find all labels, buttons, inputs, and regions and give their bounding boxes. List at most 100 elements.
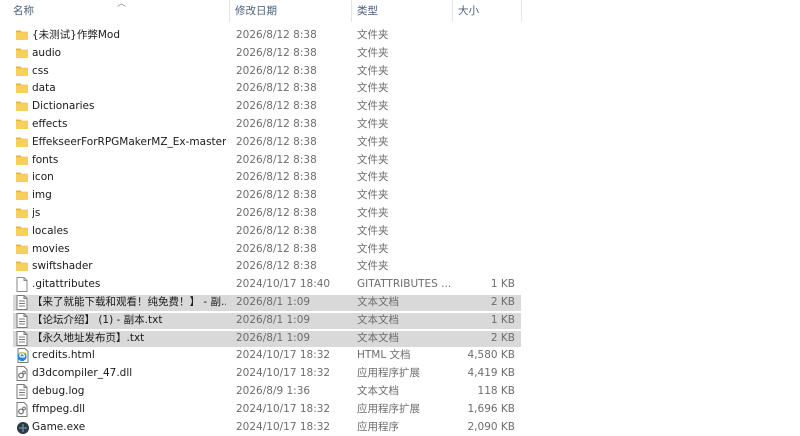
file-name: d3dcompiler_47.dll	[32, 367, 133, 380]
file-date: 2024/10/17 18:32	[236, 402, 331, 415]
app-icon	[16, 419, 30, 436]
file-row[interactable]: credits.html 2024/10/17 18:32 HTML 文档 4,580…	[0, 347, 800, 365]
file-name: 【论坛介绍】 (1) - 副本.txt	[32, 313, 163, 326]
file-date: 2024/10/17 18:32	[236, 349, 331, 362]
file-date: 2026/8/9 1:36	[236, 384, 311, 397]
file-type: 文件夹	[357, 64, 389, 77]
file-name: movies	[32, 242, 70, 255]
file-name: js	[32, 206, 41, 219]
dll-file-icon	[16, 401, 30, 418]
file-date: 2026/8/12 8:38	[236, 153, 317, 166]
column-divider[interactable]	[521, 0, 522, 22]
file-name: EffekseerForRPGMakerMZ_Ex-master	[32, 135, 226, 148]
file-date: 2026/8/1 1:09	[236, 313, 311, 326]
file-row[interactable]: fonts 2026/8/12 8:38 文件夹	[0, 152, 800, 170]
folder-icon	[16, 258, 30, 275]
column-divider[interactable]	[452, 0, 453, 22]
file-type: 文件夹	[357, 117, 389, 130]
text-file-icon	[16, 330, 30, 347]
file-size: 4,580 KB	[467, 349, 516, 362]
file-row[interactable]: icon 2026/8/12 8:38 文件夹	[0, 169, 800, 187]
file-type: 文件夹	[357, 224, 389, 237]
file-row[interactable]: 【来了就能下载和观看！纯免费！】 - 副... 2026/8/1 1:09 文本文档…	[0, 294, 800, 312]
html-file-icon	[16, 347, 30, 364]
file-row[interactable]: data 2026/8/12 8:38 文件夹	[0, 80, 800, 98]
folder-icon	[16, 98, 30, 115]
file-row[interactable]: Dictionaries 2026/8/12 8:38 文件夹	[0, 98, 800, 116]
file-date: 2026/8/12 8:38	[236, 117, 317, 130]
folder-icon	[16, 205, 30, 222]
file-type: HTML 文档	[357, 349, 411, 362]
file-size: 2 KB	[490, 295, 515, 308]
column-header: 名称 ︿ 修改日期 类型 大小	[0, 0, 800, 22]
file-row[interactable]: swiftshader 2026/8/12 8:38 文件夹	[0, 258, 800, 276]
column-header-date[interactable]: 修改日期	[235, 0, 345, 22]
file-row[interactable]: d3dcompiler_47.dll 2024/10/17 18:32 应用程序扩展…	[0, 365, 800, 383]
column-header-type-label: 类型	[357, 5, 378, 17]
file-date: 2026/8/12 8:38	[236, 100, 317, 113]
file-row[interactable]: Game.exe 2024/10/17 18:32 应用程序 2,090 KB	[0, 419, 800, 436]
file-size: 2,090 KB	[467, 420, 516, 433]
text-file-icon	[16, 312, 30, 329]
file-name: Game.exe	[32, 420, 86, 433]
column-header-date-label: 修改日期	[235, 5, 277, 17]
folder-icon	[16, 116, 30, 133]
column-header-type[interactable]: 类型	[357, 0, 451, 22]
folder-icon	[16, 27, 30, 44]
file-row[interactable]: img 2026/8/12 8:38 文件夹	[0, 187, 800, 205]
file-row[interactable]: EffekseerForRPGMakerMZ_Ex-master 2026/8/1…	[0, 134, 800, 152]
file-date: 2024/10/17 18:32	[236, 420, 331, 433]
file-row[interactable]: locales 2026/8/12 8:38 文件夹	[0, 223, 800, 241]
file-type: 文件夹	[357, 171, 389, 184]
file-type: GITATTRIBUTES ...	[357, 278, 452, 291]
file-date: 2026/8/12 8:38	[236, 260, 317, 273]
file-row[interactable]: 【论坛介绍】 (1) - 副本.txt 2026/8/1 1:09 文本文档 1 KB	[0, 312, 800, 330]
file-date: 2026/8/12 8:38	[236, 224, 317, 237]
file-name: Dictionaries	[32, 100, 95, 113]
file-type: 文件夹	[357, 135, 389, 148]
column-divider[interactable]	[229, 0, 230, 22]
file-row[interactable]: js 2026/8/12 8:38 文件夹	[0, 205, 800, 223]
file-type: 文本文档	[357, 313, 399, 326]
sort-up-icon: ︿	[117, 0, 127, 9]
file-date: 2026/8/12 8:38	[236, 189, 317, 202]
file-row[interactable]: {未测试}作弊Mod 2026/8/12 8:38 文件夹	[0, 27, 800, 45]
file-row[interactable]: css 2026/8/12 8:38 文件夹	[0, 63, 800, 81]
file-type: 文件夹	[357, 189, 389, 202]
column-header-size[interactable]: 大小	[458, 0, 518, 22]
file-name: img	[32, 189, 52, 202]
file-row[interactable]: audio 2026/8/12 8:38 文件夹	[0, 45, 800, 63]
file-date: 2026/8/1 1:09	[236, 295, 311, 308]
file-type: 应用程序	[357, 420, 399, 433]
file-date: 2026/8/1 1:09	[236, 331, 311, 344]
file-row[interactable]: ffmpeg.dll 2024/10/17 18:32 应用程序扩展 1,696 KB	[0, 401, 800, 419]
file-size: 1,696 KB	[467, 402, 516, 415]
file-name: debug.log	[32, 384, 85, 397]
file-size: 118 KB	[477, 384, 515, 397]
file-row[interactable]: 【永久地址发布页】.txt 2026/8/1 1:09 文本文档 2 KB	[0, 330, 800, 348]
column-divider[interactable]	[351, 0, 352, 22]
file-size: 2 KB	[490, 331, 515, 344]
file-size: 1 KB	[490, 278, 515, 291]
dll-file-icon	[16, 365, 30, 382]
text-file-icon	[16, 383, 30, 400]
file-type: 文本文档	[357, 331, 399, 344]
file-row[interactable]: effects 2026/8/12 8:38 文件夹	[0, 116, 800, 134]
file-row[interactable]: .gitattributes 2024/10/17 18:40 GITATTRIBU…	[0, 276, 800, 294]
file-row[interactable]: debug.log 2026/8/9 1:36 文本文档 118 KB	[0, 383, 800, 401]
folder-icon	[16, 63, 30, 80]
file-row[interactable]: movies 2026/8/12 8:38 文件夹	[0, 241, 800, 259]
folder-icon	[16, 152, 30, 169]
file-size: 1 KB	[490, 313, 515, 326]
file-type: 文件夹	[357, 260, 389, 273]
file-name: data	[32, 82, 56, 95]
file-type: 文件夹	[357, 153, 389, 166]
file-type: 文件夹	[357, 29, 389, 41]
file-name: locales	[32, 224, 69, 237]
file-name: css	[32, 64, 49, 77]
file-date: 2024/10/17 18:40	[236, 278, 331, 291]
file-date: 2026/8/12 8:38	[236, 171, 317, 184]
folder-icon	[16, 169, 30, 186]
file-date: 2026/8/12 8:38	[236, 82, 317, 95]
column-header-name-label: 名称	[13, 5, 34, 17]
